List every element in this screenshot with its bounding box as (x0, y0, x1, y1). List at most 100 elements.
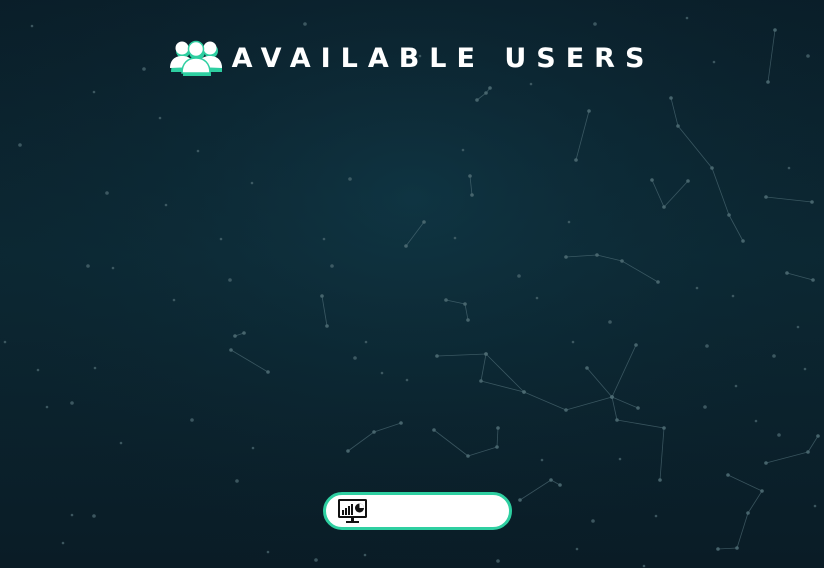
network-node (574, 158, 578, 162)
monitor-neck (351, 518, 354, 521)
network-node (529, 82, 533, 86)
network-node (463, 302, 467, 306)
available-users-screen: AVAILABLE USERS (0, 0, 824, 568)
network-node (656, 280, 660, 284)
network-node (727, 213, 731, 217)
network-node (119, 441, 123, 445)
network-node (18, 143, 22, 147)
network-node (695, 286, 699, 290)
bg-glow (0, 0, 824, 568)
network-node (741, 239, 745, 243)
network-node (608, 320, 612, 324)
bar-1 (342, 510, 344, 515)
page-title: AVAILABLE USERS (231, 42, 655, 74)
network-node (710, 166, 714, 170)
network-node (325, 324, 329, 328)
network-node (705, 344, 709, 348)
network-node (488, 86, 492, 90)
dashboard-button[interactable] (323, 492, 512, 530)
network-node (164, 203, 168, 207)
network-node (766, 80, 770, 84)
network-node (70, 401, 74, 405)
network-node (522, 390, 526, 394)
network-node (517, 274, 521, 278)
bar-3 (348, 506, 350, 515)
network-node (726, 473, 730, 477)
network-node (811, 278, 815, 282)
network-node (564, 408, 568, 412)
network-node (484, 91, 488, 95)
network-node (813, 504, 817, 508)
network-node (564, 255, 568, 259)
network-node (242, 331, 246, 335)
network-node (734, 384, 738, 388)
network-node (372, 430, 376, 434)
monitor-base (346, 521, 359, 523)
network-node (772, 354, 776, 358)
bar-4 (351, 504, 353, 515)
network-node (322, 237, 326, 241)
network-node (618, 457, 622, 461)
network-node (777, 433, 781, 437)
network-node (314, 558, 318, 562)
network-node (266, 550, 270, 554)
network-node (676, 124, 680, 128)
network-node (363, 553, 367, 557)
network-node (816, 434, 820, 438)
network-node (669, 96, 673, 100)
network-node (496, 559, 500, 563)
network-node (575, 547, 579, 551)
network-node (484, 352, 488, 356)
network-node (595, 253, 599, 257)
network-node (662, 205, 666, 209)
network-node (250, 181, 254, 185)
network-node (475, 98, 479, 102)
network-node (105, 191, 109, 195)
network-node (610, 395, 614, 399)
monitor-analytics-icon (337, 498, 369, 524)
network-node (45, 405, 49, 409)
network-node (251, 446, 255, 450)
network-node (399, 421, 403, 425)
network-node (466, 318, 470, 322)
network-node (731, 294, 735, 298)
network-node (746, 511, 750, 515)
network-node (716, 547, 720, 551)
network-node (571, 340, 575, 344)
network-node (634, 343, 638, 347)
network-node (650, 178, 654, 182)
network-node (495, 445, 499, 449)
network-node (466, 454, 470, 458)
network-node (93, 366, 97, 370)
network-node (303, 22, 307, 26)
network-node (703, 405, 707, 409)
network-node (796, 325, 800, 329)
network-node (380, 371, 384, 375)
network-node (686, 179, 690, 183)
network-node (658, 478, 662, 482)
network-node (405, 378, 409, 382)
network-node (615, 418, 619, 422)
network-node (219, 237, 223, 241)
network-node (266, 370, 270, 374)
network-node (461, 148, 465, 152)
network-node (432, 428, 436, 432)
network-node (787, 166, 791, 170)
network-node (806, 450, 810, 454)
network-node (158, 116, 162, 120)
network-node (754, 419, 758, 423)
network-node (404, 244, 408, 248)
network-node (228, 278, 232, 282)
network-node (535, 296, 539, 300)
network-node (453, 236, 457, 240)
network-node (172, 298, 176, 302)
network-node (190, 418, 194, 422)
network-node (803, 367, 807, 371)
network-node (348, 177, 352, 181)
network-node (86, 264, 90, 268)
network-node (196, 149, 200, 153)
network-node (620, 259, 624, 263)
network-node (518, 498, 522, 502)
network-node (735, 546, 739, 550)
network-node (36, 368, 40, 372)
